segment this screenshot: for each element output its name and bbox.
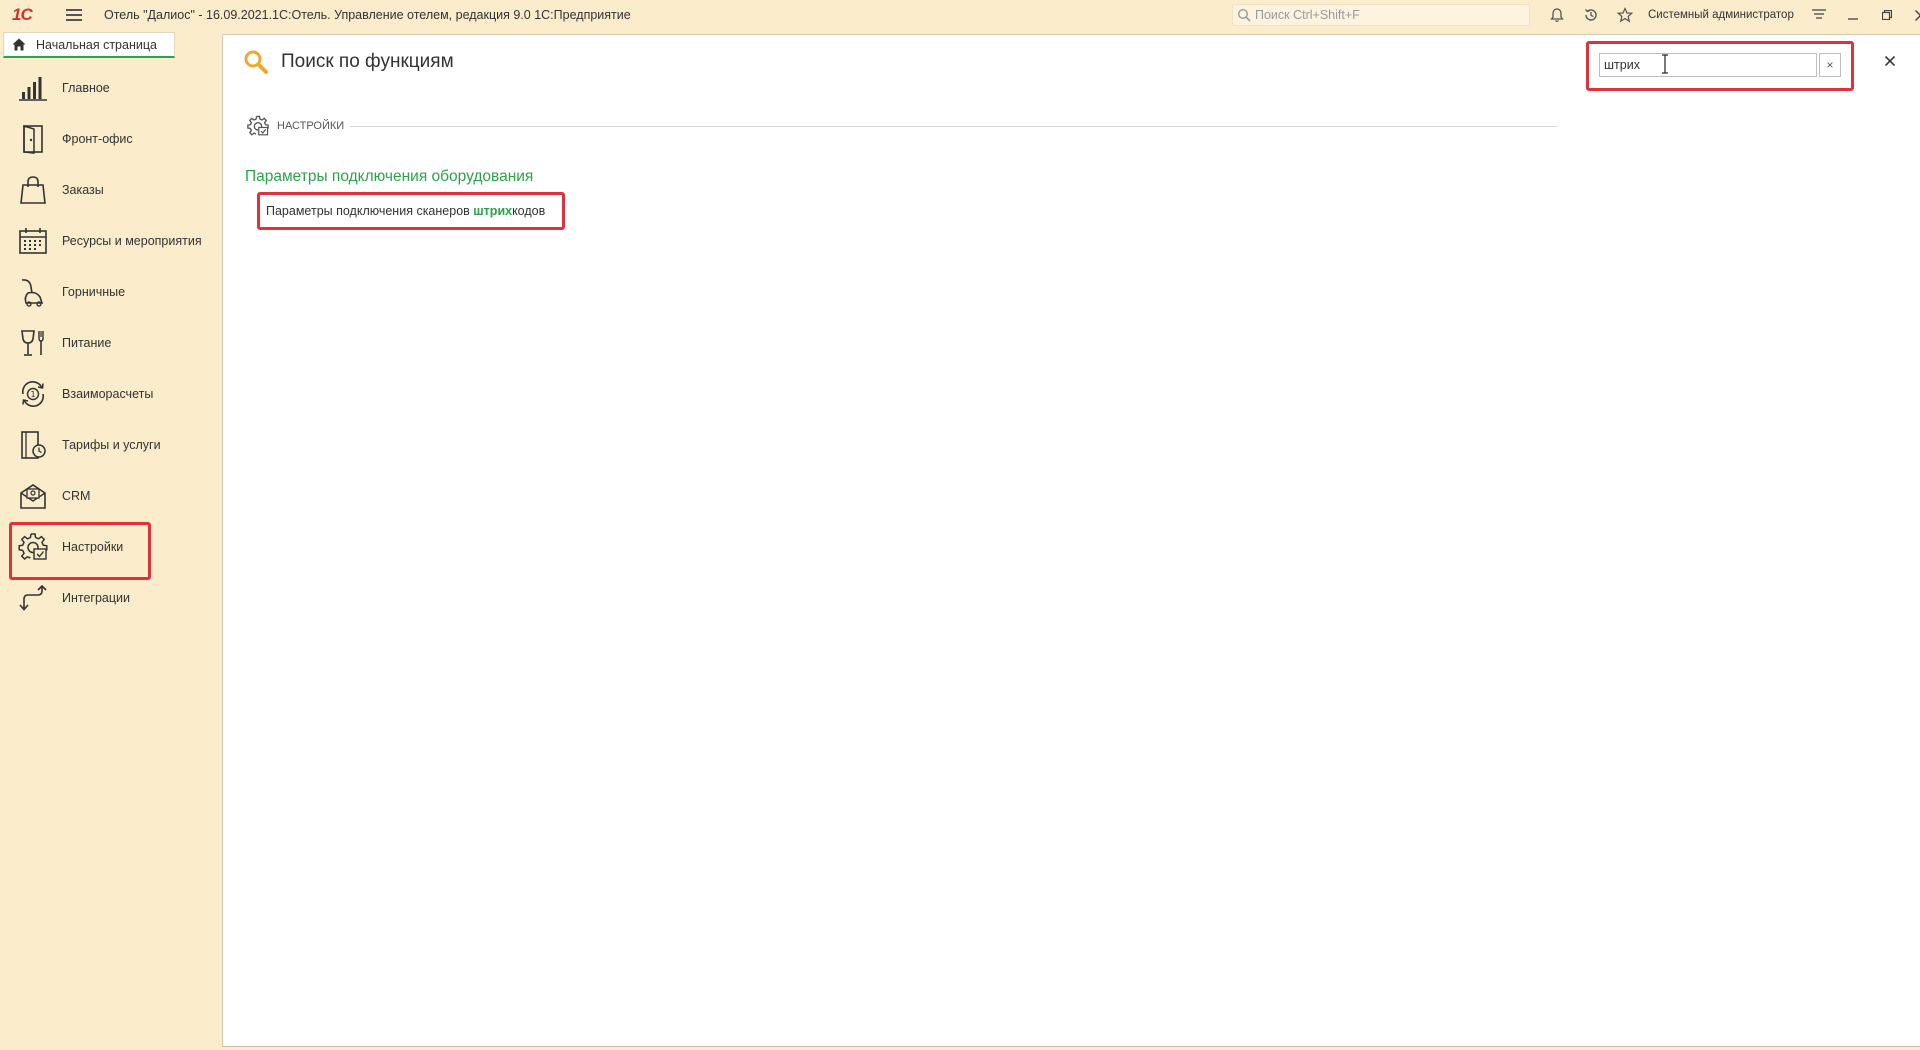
- close-icon: [1915, 9, 1920, 21]
- sidebar-item-front-office[interactable]: Фронт-офис: [0, 113, 222, 164]
- mail-contact-icon: [20, 483, 46, 509]
- sidebar-item-housekeeping[interactable]: Горничные: [0, 266, 222, 317]
- page-title: Поиск по функциям: [281, 51, 454, 72]
- window-title: Отель "Далиос" - 16.09.2021.1С:Отель. Уп…: [104, 8, 631, 22]
- notifications-button[interactable]: [1540, 4, 1574, 26]
- gear-settings-icon: [247, 115, 269, 136]
- sidebar-item-label: Взаиморасчеты: [62, 386, 154, 401]
- chart-bars-icon: [19, 76, 47, 101]
- search-icon: [1237, 8, 1251, 22]
- sidebar-item-label: Интеграции: [62, 590, 131, 605]
- main-panel: Поиск по функциям × НАСТРОЙКИ Параметры …: [222, 34, 1920, 1047]
- restore-icon: [1881, 10, 1892, 20]
- sidebar-item-orders[interactable]: Заказы: [0, 164, 222, 215]
- filter-lines-icon: [1811, 9, 1826, 19]
- door-icon: [23, 124, 43, 154]
- sidebar-item-integrations[interactable]: Интеграции: [0, 572, 222, 623]
- sidebar-item-settlements[interactable]: 1 Взаиморасчеты: [0, 368, 222, 419]
- close-window-button[interactable]: [1904, 4, 1920, 26]
- restore-button[interactable]: [1870, 4, 1904, 26]
- close-icon: [1885, 56, 1895, 66]
- clear-search-button[interactable]: ×: [1819, 53, 1841, 77]
- settings-menu-button[interactable]: [1802, 4, 1836, 26]
- sidebar-item-label: Фронт-офис: [62, 131, 133, 146]
- sidebar-item-tariffs[interactable]: Тарифы и услуги: [0, 419, 222, 470]
- tab-home[interactable]: Начальная страница: [3, 32, 175, 58]
- global-search-input[interactable]: Поиск Ctrl+Shift+F: [1232, 4, 1530, 26]
- coin-cycle-icon: 1: [21, 380, 45, 407]
- main-header: Поиск по функциям: [243, 49, 454, 75]
- main-menu-icon[interactable]: [66, 9, 82, 21]
- sidebar-item-label: Питание: [62, 335, 112, 350]
- global-search-placeholder: Поиск Ctrl+Shift+F: [1255, 8, 1360, 22]
- result-group-title[interactable]: Параметры подключения оборудования: [245, 168, 533, 186]
- app-logo: 1С: [12, 5, 33, 24]
- bell-icon: [1550, 8, 1564, 22]
- sidebar-item-catering[interactable]: Питание: [0, 317, 222, 368]
- minimize-icon: [1847, 18, 1858, 20]
- shopping-bag-icon: [20, 175, 46, 204]
- sidebar-item-settings[interactable]: Настройки: [0, 521, 222, 580]
- calendar-icon: [19, 227, 47, 254]
- svg-text:1: 1: [30, 390, 35, 399]
- sidebar-item-main[interactable]: Главное: [0, 62, 222, 113]
- result-highlight: Параметры подключения сканеров штрихкодо…: [257, 192, 565, 230]
- history-icon: [1585, 9, 1597, 21]
- sidebar-item-label: Заказы: [62, 182, 104, 197]
- star-icon: [1617, 7, 1633, 23]
- sidebar-item-label: Ресурсы и мероприятия: [62, 233, 202, 248]
- gear-settings-icon: [18, 532, 48, 560]
- function-search-input[interactable]: [1599, 53, 1817, 77]
- search-icon: [244, 50, 268, 74]
- section-divider: [350, 125, 1557, 127]
- section-header: НАСТРОЙКИ: [247, 115, 1557, 137]
- section-label: НАСТРОЙКИ: [277, 120, 345, 132]
- minimize-button[interactable]: [1836, 4, 1870, 26]
- history-button[interactable]: [1574, 4, 1608, 26]
- sidebar-item-resources[interactable]: Ресурсы и мероприятия: [0, 215, 222, 266]
- glass-fork-icon: [21, 329, 44, 356]
- integration-arrows-icon: [19, 584, 47, 611]
- sidebar-item-label: Главное: [62, 80, 110, 95]
- function-search-highlight: ×: [1586, 41, 1854, 91]
- close-panel-button[interactable]: [1882, 53, 1898, 69]
- sidebar-item-label: CRM: [62, 488, 91, 503]
- sidebar-item-label: Настройки: [62, 539, 124, 554]
- result-link-barcode-scanners[interactable]: Параметры подключения сканеров штрихкодо…: [266, 204, 545, 218]
- result-text-prefix: Параметры подключения сканеров: [266, 204, 474, 218]
- sidebar-item-label: Горничные: [62, 284, 126, 299]
- price-book-icon: [21, 430, 46, 459]
- home-icon: [12, 38, 26, 51]
- text-cursor-icon: [1662, 54, 1668, 74]
- title-bar: 1С Отель "Далиос" - 16.09.2021.1С:Отель.…: [0, 0, 1920, 30]
- sidebar-item-crm[interactable]: CRM: [0, 470, 222, 521]
- result-text-suffix: кодов: [512, 204, 546, 218]
- vacuum-cleaner-icon: [21, 278, 44, 307]
- sidebar-item-label: Тарифы и услуги: [62, 437, 161, 452]
- result-text-match: штрих: [473, 204, 513, 218]
- sidebar: Главное Фронт-офис Заказы Ресурсы и меро…: [0, 62, 222, 623]
- tab-home-label: Начальная страница: [36, 37, 157, 52]
- current-user[interactable]: Системный администратор: [1648, 9, 1794, 21]
- favorites-button[interactable]: [1608, 4, 1642, 26]
- clear-icon: ×: [1826, 58, 1834, 72]
